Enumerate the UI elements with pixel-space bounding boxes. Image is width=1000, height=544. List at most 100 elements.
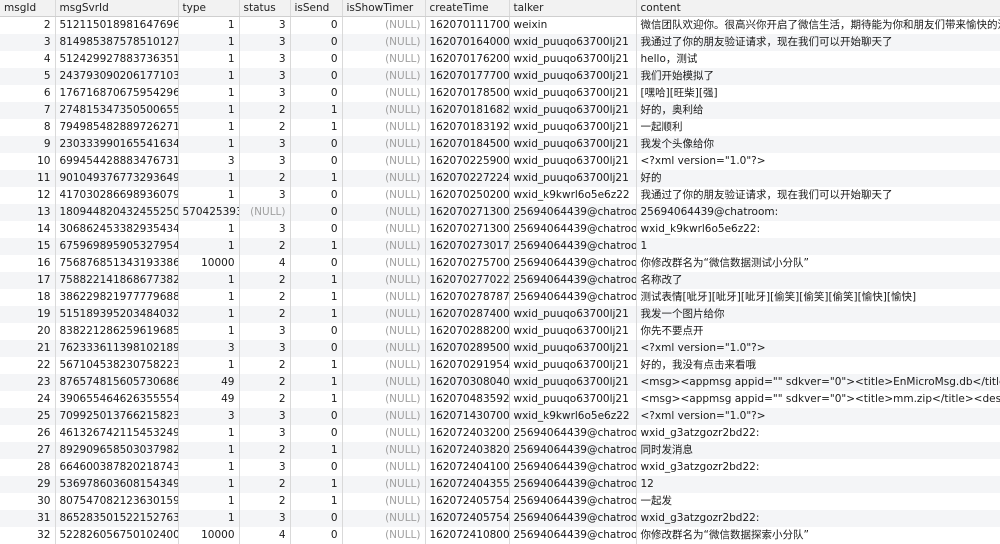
cell-msgid[interactable]: 32 — [0, 527, 55, 544]
cell-msgsvrid[interactable]: 6759698959053279547 — [55, 238, 178, 255]
table-row[interactable]: 87949854828897262716121(NULL)16207018319… — [0, 119, 1000, 136]
cell-msgid[interactable]: 7 — [0, 102, 55, 119]
cell-createtime[interactable]: 1620724032000 — [425, 425, 509, 442]
cell-talker[interactable]: wxid_puuqo63700lj21 — [509, 170, 636, 187]
cell-isshowtimer[interactable]: (NULL) — [342, 170, 425, 187]
cell-content[interactable]: 同时发消息 — [636, 442, 1000, 459]
cell-createtime[interactable]: 1620702502000 — [425, 187, 509, 204]
cell-issend[interactable]: 1 — [290, 391, 342, 408]
cell-isshowtimer[interactable]: (NULL) — [342, 255, 425, 272]
cell-issend[interactable]: 1 — [290, 476, 342, 493]
cell-issend[interactable]: 0 — [290, 323, 342, 340]
cell-type[interactable]: 1 — [178, 442, 239, 459]
cell-content[interactable]: 你先不要点开 — [636, 323, 1000, 340]
cell-status[interactable]: 3 — [239, 187, 290, 204]
cell-content[interactable]: wxid_g3atzgozr2bd22: — [636, 425, 1000, 442]
cell-type[interactable]: 1 — [178, 306, 239, 323]
cell-content[interactable]: 好的 — [636, 170, 1000, 187]
cell-msgid[interactable]: 30 — [0, 493, 55, 510]
cell-status[interactable]: 3 — [239, 408, 290, 425]
cell-msgsvrid[interactable]: 3068624533829354344 — [55, 221, 178, 238]
table-row[interactable]: 278929096585030379825121(NULL)1620724038… — [0, 442, 1000, 459]
cell-talker[interactable]: wxid_puuqo63700lj21 — [509, 51, 636, 68]
table-row[interactable]: 318652835015221527636130(NULL)1620724057… — [0, 510, 1000, 527]
cell-status[interactable]: 3 — [239, 85, 290, 102]
cell-createtime[interactable]: 1620701640000 — [425, 34, 509, 51]
cell-msgid[interactable]: 6 — [0, 85, 55, 102]
column-header-status[interactable]: status — [239, 0, 290, 17]
cell-talker[interactable]: wxid_puuqo63700lj21 — [509, 136, 636, 153]
cell-isshowtimer[interactable]: (NULL) — [342, 136, 425, 153]
cell-content[interactable]: 我通过了你的朋友验证请求，现在我们可以开始聊天了 — [636, 34, 1000, 51]
cell-isshowtimer[interactable]: (NULL) — [342, 493, 425, 510]
table-row[interactable]: 295369786036081543499121(NULL)1620724043… — [0, 476, 1000, 493]
table-row[interactable]: 19515189395203484032121(NULL)16207028740… — [0, 306, 1000, 323]
cell-msgsvrid[interactable]: 8652835015221527636 — [55, 510, 178, 527]
cell-content[interactable]: 我发个头像给你 — [636, 136, 1000, 153]
cell-isshowtimer[interactable]: (NULL) — [342, 425, 425, 442]
cell-content[interactable]: wxid_k9kwrl6o5e6z22: — [636, 221, 1000, 238]
cell-status[interactable]: 2 — [239, 119, 290, 136]
cell-content[interactable]: 12 — [636, 476, 1000, 493]
cell-createtime[interactable]: 1620702787874 — [425, 289, 509, 306]
cell-isshowtimer[interactable]: (NULL) — [342, 527, 425, 544]
cell-issend[interactable]: 1 — [290, 170, 342, 187]
cell-content[interactable]: 名称改了 — [636, 272, 1000, 289]
cell-isshowtimer[interactable]: (NULL) — [342, 408, 425, 425]
cell-content[interactable]: 微信团队欢迎你。很高兴你开启了微信生活，期待能为你和朋友们带来愉快的沟通体 — [636, 17, 1000, 35]
cell-msgid[interactable]: 15 — [0, 238, 55, 255]
cell-talker[interactable]: weixin — [509, 17, 636, 35]
cell-msgid[interactable]: 5 — [0, 68, 55, 85]
cell-type[interactable]: 1 — [178, 289, 239, 306]
cell-content[interactable]: 25694064439@chatroom: — [636, 204, 1000, 221]
cell-talker[interactable]: wxid_puuqo63700lj21 — [509, 68, 636, 85]
cell-status[interactable]: 2 — [239, 170, 290, 187]
table-row[interactable]: 177588221418686773827121(NULL)1620702770… — [0, 272, 1000, 289]
table-row[interactable]: 225671045382307582235121(NULL)1620702919… — [0, 357, 1000, 374]
cell-talker[interactable]: 25694064439@chatroom — [509, 493, 636, 510]
table-row[interactable]: 72748153473505006551121(NULL)16207018168… — [0, 102, 1000, 119]
cell-talker[interactable]: 25694064439@chatroom — [509, 221, 636, 238]
cell-msgid[interactable]: 21 — [0, 340, 55, 357]
cell-msgsvrid[interactable]: 762333611398102189 — [55, 340, 178, 357]
cell-type[interactable]: 49 — [178, 391, 239, 408]
cell-status[interactable]: 3 — [239, 153, 290, 170]
cell-issend[interactable]: 0 — [290, 340, 342, 357]
table-row[interactable]: 2439065546462635555424921(NULL)162070483… — [0, 391, 1000, 408]
cell-isshowtimer[interactable]: (NULL) — [342, 306, 425, 323]
cell-type[interactable]: 1 — [178, 102, 239, 119]
cell-content[interactable]: 测试表情[呲牙][呲牙][呲牙][偷笑][偷笑][偷笑][愉快][愉快] — [636, 289, 1000, 306]
cell-msgid[interactable]: 8 — [0, 119, 55, 136]
table-row[interactable]: 143068624533829354344130(NULL)1620702713… — [0, 221, 1000, 238]
cell-type[interactable]: 1 — [178, 238, 239, 255]
cell-issend[interactable]: 1 — [290, 119, 342, 136]
cell-status[interactable]: 2 — [239, 102, 290, 119]
cell-createtime[interactable]: 1620701845000 — [425, 136, 509, 153]
cell-issend[interactable]: 0 — [290, 204, 342, 221]
table-row[interactable]: 3252282605675010240041000040(NULL)162072… — [0, 527, 1000, 544]
cell-msgid[interactable]: 22 — [0, 357, 55, 374]
cell-type[interactable]: 1 — [178, 476, 239, 493]
table-row[interactable]: 92303339901655416343130(NULL)16207018450… — [0, 136, 1000, 153]
cell-content[interactable]: 一起发 — [636, 493, 1000, 510]
cell-isshowtimer[interactable]: (NULL) — [342, 187, 425, 204]
cell-status[interactable]: 2 — [239, 374, 290, 391]
cell-issend[interactable]: 0 — [290, 221, 342, 238]
cell-issend[interactable]: 1 — [290, 306, 342, 323]
cell-msgid[interactable]: 25 — [0, 408, 55, 425]
cell-type[interactable]: 1 — [178, 272, 239, 289]
cell-status[interactable]: 3 — [239, 136, 290, 153]
cell-msgid[interactable]: 31 — [0, 510, 55, 527]
cell-msgid[interactable]: 29 — [0, 476, 55, 493]
column-header-content[interactable]: content — [636, 0, 1000, 17]
cell-createtime[interactable]: 1620701831925 — [425, 119, 509, 136]
cell-createtime[interactable]: 1620702713002 — [425, 204, 509, 221]
cell-issend[interactable]: 0 — [290, 187, 342, 204]
cell-createtime[interactable]: 1620724043551 — [425, 476, 509, 493]
cell-msgsvrid[interactable]: 515189395203484032 — [55, 306, 178, 323]
cell-msgsvrid[interactable]: 4170302866989360798 — [55, 187, 178, 204]
cell-createtime[interactable]: 1620702770226 — [425, 272, 509, 289]
cell-msgsvrid[interactable]: 7568768513431933869 — [55, 255, 178, 272]
cell-talker[interactable]: wxid_puuqo63700lj21 — [509, 374, 636, 391]
cell-status[interactable]: 3 — [239, 68, 290, 85]
